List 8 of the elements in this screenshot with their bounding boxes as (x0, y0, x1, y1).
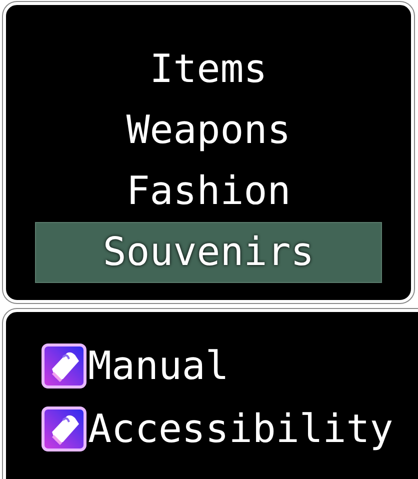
category-item[interactable]: Souvenirs (35, 222, 382, 283)
book-icon (41, 406, 87, 452)
category-item[interactable]: Items (35, 39, 382, 100)
book-icon (41, 343, 87, 389)
menu-item[interactable]: Manual (88, 344, 229, 388)
category-item[interactable]: Fashion (35, 161, 382, 222)
category-item[interactable]: Weapons (35, 100, 382, 161)
menu-item[interactable]: Accessibility (88, 406, 394, 452)
